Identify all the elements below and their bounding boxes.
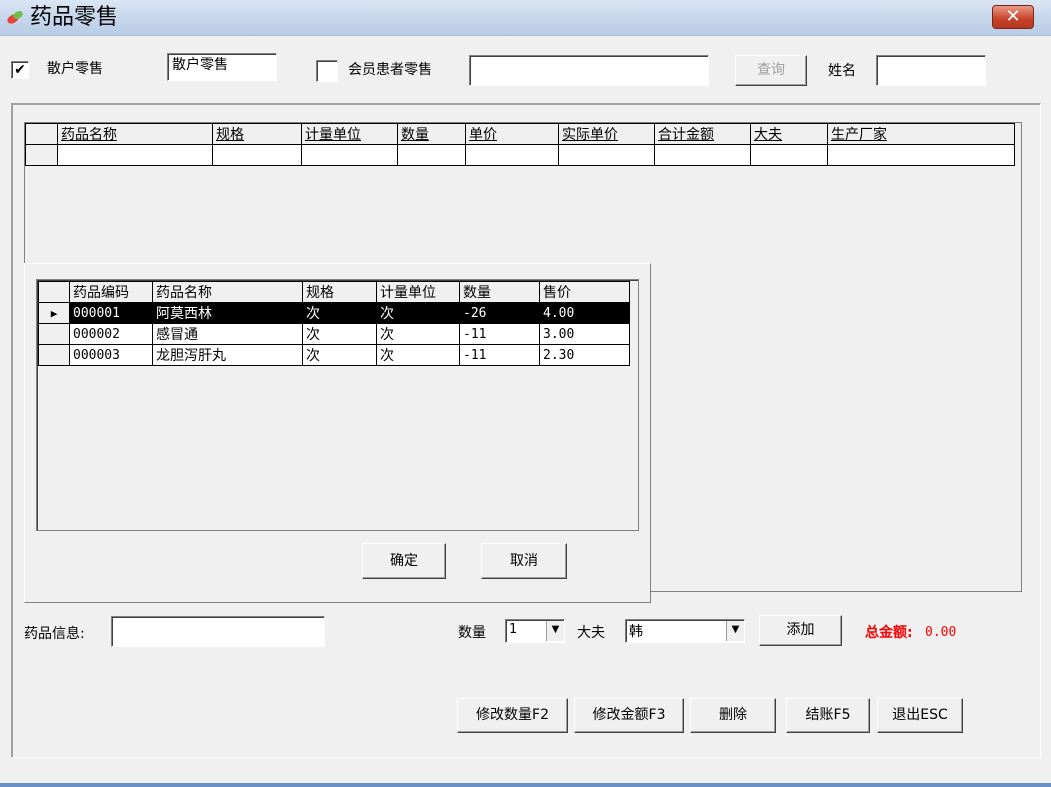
doctor-label: 大夫 <box>577 625 605 641</box>
table-cell[interactable] <box>57 144 213 166</box>
retail-checkbox[interactable]: ✔ <box>11 61 29 79</box>
drug-info-input[interactable] <box>111 616 325 647</box>
table-cell[interactable]: 000002 <box>69 323 153 345</box>
window-bottom-edge <box>0 783 1051 787</box>
column-header[interactable]: 规格 <box>212 123 302 145</box>
column-header[interactable]: 单价 <box>465 123 559 145</box>
exit-button[interactable]: 退出ESC <box>877 698 963 733</box>
chevron-down-icon[interactable]: ▼ <box>546 621 564 641</box>
table-cell[interactable]: 龙胆泻肝丸 <box>152 344 303 366</box>
close-button[interactable]: ✕ <box>992 5 1034 29</box>
table-cell[interactable]: 4.00 <box>539 302 630 324</box>
name-label: 姓名 <box>828 63 856 79</box>
doctor-value: 韩 <box>629 624 643 640</box>
column-header[interactable]: 实际单价 <box>558 123 655 145</box>
quantity-value: 1 <box>509 622 517 637</box>
row-pointer-icon: ▶ <box>38 302 70 324</box>
column-header[interactable]: 计量单位 <box>301 123 398 145</box>
edit-quantity-button[interactable]: 修改数量F2 <box>457 698 568 733</box>
column-header[interactable]: 规格 <box>302 281 377 303</box>
table-row[interactable]: 000002 感冒通 次 次 -11 3.00 <box>38 323 630 345</box>
table-cell[interactable]: 次 <box>376 323 460 345</box>
doctor-select[interactable]: 韩 ▼ <box>625 619 745 643</box>
table-cell[interactable] <box>827 144 1015 166</box>
total-label: 总金额: <box>865 625 913 641</box>
table-cell[interactable] <box>465 144 559 166</box>
delete-button[interactable]: 删除 <box>690 698 776 733</box>
column-header[interactable]: 合计金额 <box>654 123 751 145</box>
quantity-select[interactable]: 1 ▼ <box>505 619 565 643</box>
column-header[interactable]: 药品名称 <box>152 281 303 303</box>
cart-empty-row[interactable] <box>25 144 1015 166</box>
name-input[interactable] <box>876 55 986 86</box>
table-cell[interactable]: 次 <box>302 344 377 366</box>
column-header[interactable]: 售价 <box>539 281 630 303</box>
table-cell[interactable]: 000003 <box>69 344 153 366</box>
checkout-button[interactable]: 结账F5 <box>786 698 870 733</box>
header-indicator <box>38 281 70 303</box>
table-cell[interactable]: -26 <box>459 302 540 324</box>
total-amount: 0.00 <box>925 625 957 640</box>
query-button[interactable]: 查询 <box>735 55 807 86</box>
column-header[interactable]: 药品名称 <box>57 123 213 145</box>
title-bar <box>0 0 1051 36</box>
table-cell[interactable]: -11 <box>459 344 540 366</box>
table-cell[interactable]: 次 <box>302 302 377 324</box>
column-header[interactable]: 药品编码 <box>69 281 153 303</box>
table-cell[interactable]: 000001 <box>69 302 153 324</box>
drug-picker-grid[interactable]: 药品编码 药品名称 规格 计量单位 数量 售价 ▶ 000001 阿莫西林 次 … <box>38 281 630 366</box>
table-cell[interactable]: 3.00 <box>539 323 630 345</box>
table-cell[interactable]: 次 <box>376 302 460 324</box>
table-cell[interactable] <box>212 144 302 166</box>
retail-checkbox-label: 散户零售 <box>47 61 103 77</box>
row-indicator <box>38 323 70 345</box>
cart-grid-header: 药品名称 规格 计量单位 数量 单价 实际单价 合计金额 大夫 生产厂家 <box>25 123 1015 145</box>
member-search-input[interactable] <box>469 55 709 86</box>
table-row[interactable]: 000003 龙胆泻肝丸 次 次 -11 2.30 <box>38 344 630 366</box>
table-cell[interactable] <box>301 144 398 166</box>
quantity-label: 数量 <box>458 625 486 641</box>
confirm-button[interactable]: 确定 <box>362 543 446 579</box>
cart-grid[interactable]: 药品名称 规格 计量单位 数量 单价 实际单价 合计金额 大夫 生产厂家 <box>25 123 1015 166</box>
column-header[interactable]: 数量 <box>397 123 466 145</box>
table-cell[interactable]: 2.30 <box>539 344 630 366</box>
add-button[interactable]: 添加 <box>759 615 842 646</box>
column-header[interactable]: 数量 <box>459 281 540 303</box>
pill-icon <box>6 9 24 25</box>
close-icon: ✕ <box>1005 6 1021 27</box>
table-cell[interactable]: 阿莫西林 <box>152 302 303 324</box>
member-checkbox[interactable] <box>316 60 338 82</box>
picker-grid-header: 药品编码 药品名称 规格 计量单位 数量 售价 <box>38 281 630 303</box>
table-cell[interactable] <box>558 144 655 166</box>
checkmark-icon: ✔ <box>14 62 26 78</box>
table-cell[interactable]: 次 <box>302 323 377 345</box>
window-title: 药品零售 <box>30 5 119 30</box>
table-cell[interactable] <box>397 144 466 166</box>
member-checkbox-label: 会员患者零售 <box>348 62 432 78</box>
chevron-down-icon[interactable]: ▼ <box>726 621 744 641</box>
table-cell[interactable]: -11 <box>459 323 540 345</box>
table-cell[interactable]: 感冒通 <box>152 323 303 345</box>
table-cell[interactable] <box>654 144 751 166</box>
column-header[interactable]: 大夫 <box>750 123 828 145</box>
column-header[interactable]: 生产厂家 <box>827 123 1015 145</box>
table-cell[interactable]: 次 <box>376 344 460 366</box>
row-indicator <box>25 144 58 166</box>
table-cell[interactable] <box>750 144 828 166</box>
row-indicator <box>38 344 70 366</box>
table-row[interactable]: ▶ 000001 阿莫西林 次 次 -26 4.00 <box>38 302 630 324</box>
column-header[interactable]: 计量单位 <box>376 281 460 303</box>
retail-name-field[interactable]: 散户零售 <box>167 53 277 81</box>
header-indicator <box>25 123 58 145</box>
cancel-button[interactable]: 取消 <box>481 543 567 579</box>
edit-amount-button[interactable]: 修改金额F3 <box>574 698 684 733</box>
drug-info-label: 药品信息: <box>24 626 85 642</box>
